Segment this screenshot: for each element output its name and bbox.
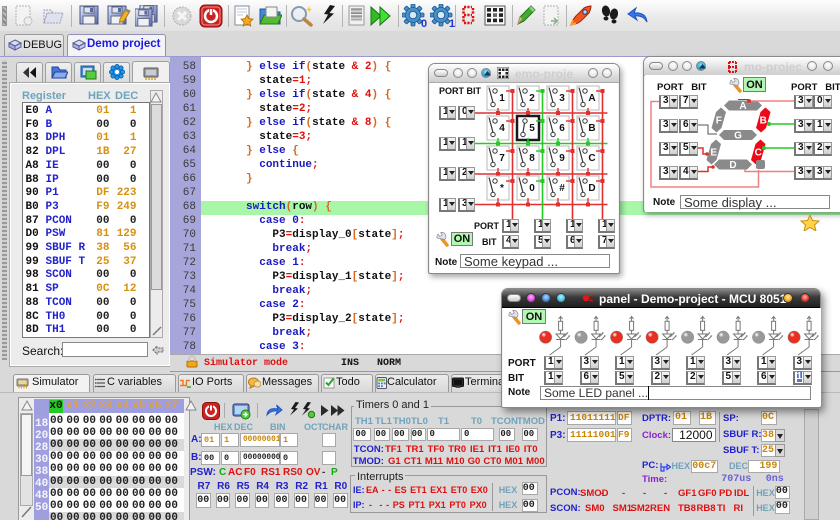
- svg-text:2: 2: [529, 93, 535, 104]
- svg-text:3: 3: [559, 93, 565, 104]
- svg-text:1: 1: [499, 93, 505, 104]
- svg-text:C: C: [588, 153, 595, 164]
- svg-text:0: 0: [421, 18, 427, 28]
- svg-text:A: A: [588, 93, 595, 104]
- svg-text:4: 4: [499, 123, 505, 134]
- svg-text:*: *: [500, 183, 504, 194]
- svg-text:D: D: [588, 183, 595, 194]
- svg-text:6: 6: [559, 123, 565, 134]
- svg-text:#: #: [559, 183, 565, 194]
- svg-text:0: 0: [529, 183, 535, 194]
- svg-text:5: 5: [529, 123, 535, 134]
- svg-text:7: 7: [499, 153, 505, 164]
- svg-text:8: 8: [529, 153, 535, 164]
- svg-text:9: 9: [559, 153, 565, 164]
- svg-text:B: B: [588, 123, 595, 134]
